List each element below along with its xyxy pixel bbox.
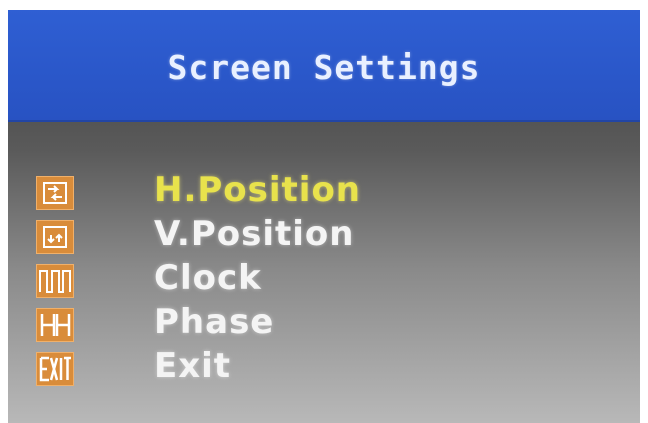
- page-title: Screen Settings: [167, 48, 481, 87]
- menu-item-label: Exit: [154, 346, 232, 386]
- osd-screen: Screen Settings H.Position V.Position Cl…: [8, 10, 640, 423]
- menu-item-label: V.Position: [154, 214, 355, 254]
- menu-item-h-position[interactable]: H.Position: [8, 170, 640, 218]
- clock-waveform-icon: [36, 264, 74, 298]
- menu-item-clock[interactable]: Clock: [8, 258, 640, 306]
- menu-item-label: H.Position: [154, 170, 362, 210]
- osd-header: Screen Settings: [8, 10, 640, 122]
- vertical-position-icon: [36, 220, 74, 254]
- phase-icon: [36, 308, 74, 342]
- menu-item-exit[interactable]: Exit: [8, 346, 640, 394]
- menu-item-phase[interactable]: Phase: [8, 302, 640, 350]
- menu-item-v-position[interactable]: V.Position: [8, 214, 640, 262]
- horizontal-position-icon: [36, 176, 74, 210]
- menu-item-label: Clock: [154, 258, 262, 298]
- menu-item-label: Phase: [154, 302, 275, 342]
- exit-icon: [36, 352, 74, 386]
